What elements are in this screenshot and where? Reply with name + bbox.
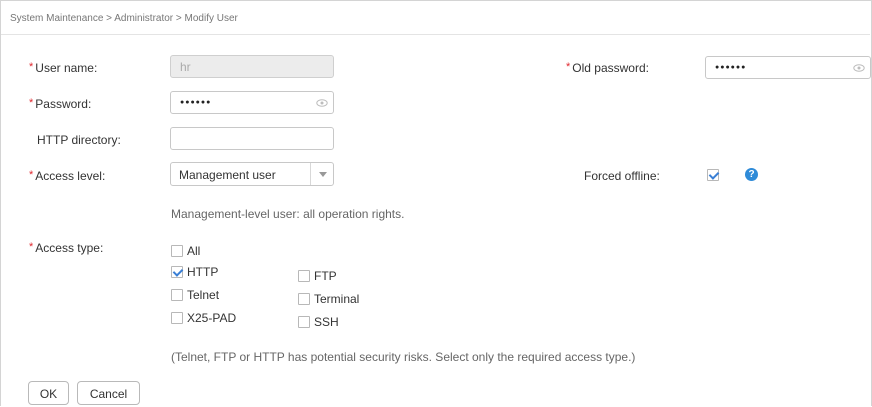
access-type-ssh-label: SSH: [314, 315, 339, 329]
access-type-label: * Access type:: [29, 241, 104, 255]
access-type-x25-pad-checkbox[interactable]: [171, 312, 183, 324]
access-type-ssh-checkbox[interactable]: [298, 316, 310, 328]
http-directory-field[interactable]: [170, 127, 334, 150]
access-type-terminal-checkbox[interactable]: [298, 293, 310, 305]
cancel-button[interactable]: Cancel: [77, 381, 140, 405]
access-level-hint: Management-level user: all operation rig…: [171, 207, 405, 221]
security-note: (Telnet, FTP or HTTP has potential secur…: [171, 350, 636, 364]
eye-icon[interactable]: [316, 97, 328, 109]
chevron-down-icon[interactable]: [319, 172, 327, 177]
access-type-http-checkbox[interactable]: [171, 266, 183, 278]
password-value: ●●●●●●: [180, 99, 212, 106]
access-type-terminal-label: Terminal: [314, 292, 360, 306]
breadcrumb: System Maintenance > Administrator > Mod…: [10, 13, 238, 24]
required-mark: *: [566, 61, 571, 73]
user-name-field: hr: [170, 55, 334, 78]
breadcrumb-bar: System Maintenance > Administrator > Mod…: [1, 1, 870, 35]
eye-icon[interactable]: [853, 62, 865, 74]
access-type-http-label: HTTP: [187, 265, 219, 279]
access-level-value: Management user: [179, 168, 276, 182]
access-level-label: * Access level:: [29, 169, 106, 183]
forced-offline-label: Forced offline:: [584, 169, 660, 183]
access-type-ftp-checkbox[interactable]: [298, 270, 310, 282]
forced-offline-checkbox[interactable]: [707, 169, 719, 181]
access-type-all-label: All: [187, 244, 201, 258]
select-divider: [310, 163, 311, 185]
access-type-telnet-checkbox[interactable]: [171, 289, 183, 301]
old-password-value: ●●●●●●: [715, 64, 747, 71]
user-name-value: hr: [180, 60, 191, 74]
access-type-all-checkbox[interactable]: [171, 245, 183, 257]
ok-button[interactable]: OK: [28, 381, 69, 405]
access-level-select[interactable]: Management user: [170, 162, 334, 186]
access-type-x25-pad-label: X25-PAD: [187, 311, 237, 325]
password-label: * Password:: [29, 97, 92, 111]
old-password-label: * Old password:: [566, 61, 649, 75]
access-type-telnet-label: Telnet: [187, 288, 220, 302]
user-name-label: * User name:: [29, 61, 98, 75]
required-mark: *: [29, 169, 34, 181]
required-mark: *: [29, 61, 34, 73]
required-mark: *: [29, 97, 34, 109]
help-icon[interactable]: ?: [745, 168, 758, 181]
password-field[interactable]: ●●●●●●: [170, 91, 334, 114]
access-type-ftp-label: FTP: [314, 269, 337, 283]
old-password-field[interactable]: ●●●●●●: [705, 56, 871, 79]
http-directory-label: HTTP directory:: [37, 133, 121, 147]
required-mark: *: [29, 241, 34, 253]
